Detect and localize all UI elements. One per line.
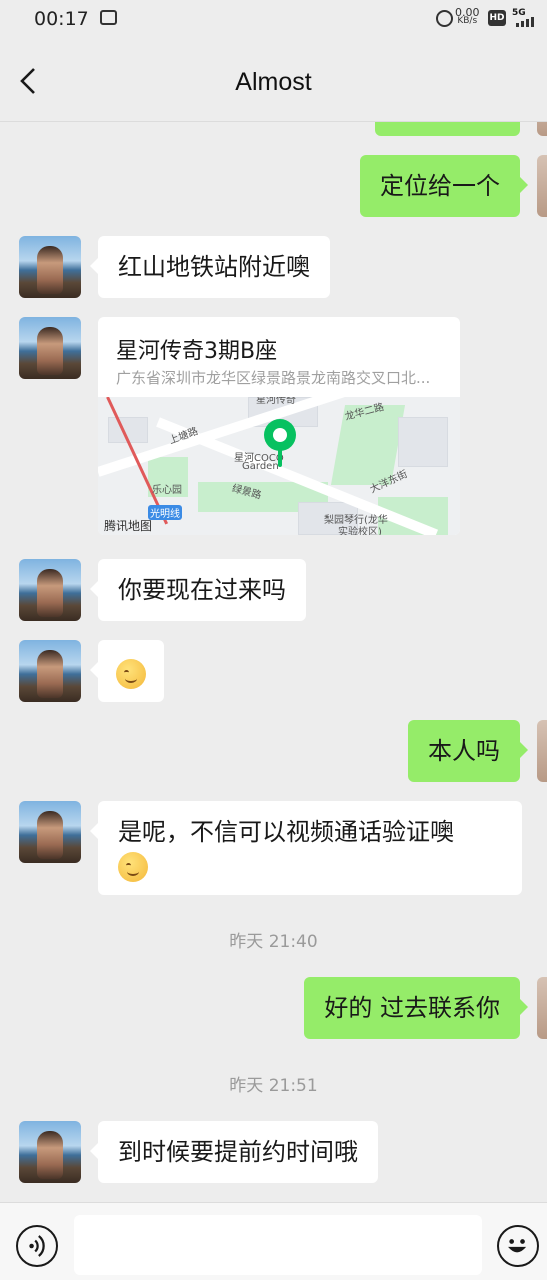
map-brand: 腾讯地图 [104,519,153,533]
nav-bar: Almost [0,40,547,122]
message-text: 好的 过去联系你 [324,994,500,1022]
message-incoming[interactable]: 是呢，不信可以视频通话验证噢 [90,801,522,895]
my-avatar[interactable] [537,977,547,1039]
my-avatar[interactable] [537,155,547,217]
net-speed: 0.00 KB/s [455,6,480,26]
location-map[interactable]: 星河传奇 龙华二路 上塘路 星河COCO Garden 乐心园 绿景路 大洋东街… [98,397,460,535]
timestamp: 昨天 21:51 [229,1076,318,1096]
hd-badge: HD [488,10,506,26]
location-address: 广东省深圳市龙华区绿景路景龙南路交叉口北... [116,369,431,387]
my-avatar[interactable] [537,720,547,782]
message-input[interactable] [74,1215,482,1275]
message-incoming[interactable]: 你要现在过来吗 [90,559,306,621]
message-incoming[interactable]: 到时候要提前约时间哦 [90,1121,378,1183]
message-text: 你要现在过来吗 [118,576,286,604]
message-outgoing[interactable]: 本人吗 [408,720,528,782]
timestamp: 昨天 21:40 [229,932,318,952]
status-time: 00:17 [34,8,89,30]
message-incoming[interactable]: 红山地铁站附近噢 [90,236,330,298]
contact-avatar[interactable] [19,1121,81,1183]
contact-avatar[interactable] [19,801,81,863]
location-card[interactable]: 星河传奇3期B座 广东省深圳市龙华区绿景路景龙南路交叉口北... 星河传奇 龙华… [98,317,460,535]
location-name: 星河传奇3期B座 [116,339,278,364]
message-text: 本人吗 [428,737,500,765]
signal-icon [516,17,534,27]
message-incoming[interactable] [90,640,164,702]
thinking-emoji [118,852,148,882]
voice-icon[interactable] [16,1225,58,1267]
alarm-icon [436,10,453,27]
message-text: 到时候要提前约时间哦 [118,1138,358,1166]
status-bar: 00:17 0.00 KB/s HD 5G [0,0,547,40]
emoji-icon[interactable] [497,1225,539,1267]
contact-avatar[interactable] [19,640,81,702]
message-text: 定位给一个 [380,172,500,200]
contact-avatar[interactable] [19,236,81,298]
smile-emoji [116,659,146,689]
input-bar [0,1202,547,1280]
my-avatar[interactable] [537,122,547,136]
message-text: 红山地铁站附近噢 [118,253,310,281]
contact-avatar[interactable] [19,559,81,621]
partial-bubble[interactable] [375,122,520,136]
chat-area[interactable]: 定位给一个 红山地铁站附近噢 星河传奇3期B座 广东省深圳市龙华区绿景路景龙南路… [0,122,547,1202]
message-outgoing[interactable]: 定位给一个 [360,155,528,217]
message-text: 是呢，不信可以视频通话验证噢 [118,818,454,846]
message-outgoing[interactable]: 好的 过去联系你 [304,977,528,1039]
contact-avatar[interactable] [19,317,81,379]
page-title: Almost [235,68,312,96]
screenshot-icon [100,10,117,25]
